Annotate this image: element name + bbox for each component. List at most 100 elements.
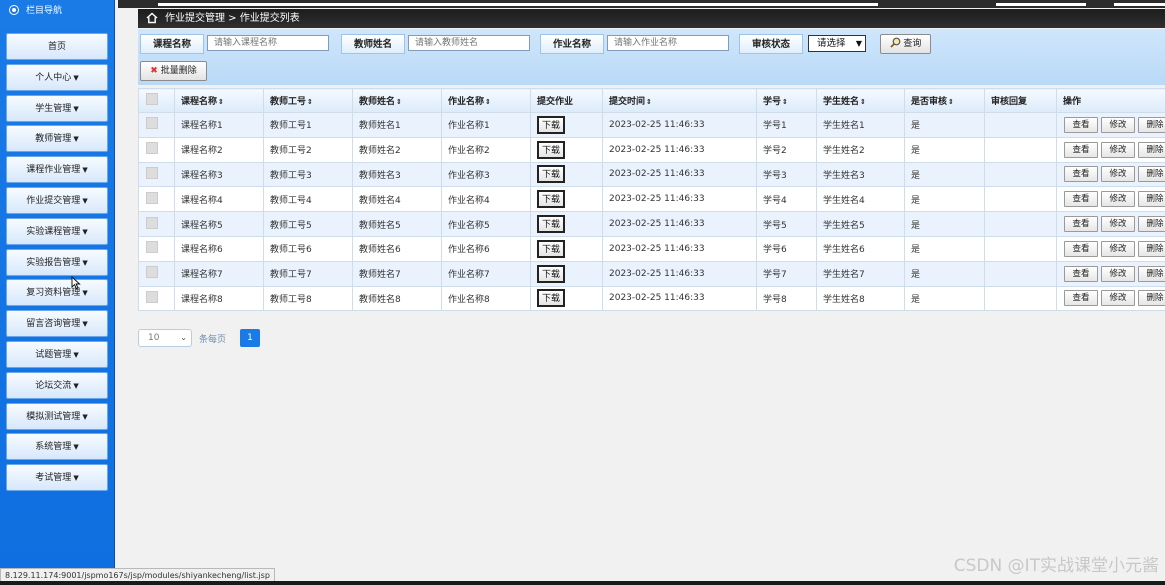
cell-student-name: 学生姓名8 — [823, 294, 865, 305]
view-button[interactable]: 查看 — [1064, 166, 1098, 183]
table-cell: 是 — [904, 211, 985, 237]
column-header[interactable]: 学号⇕ — [756, 88, 817, 113]
edit-button[interactable]: 修改 — [1101, 141, 1135, 158]
column-header-label: 教师姓名 — [359, 97, 396, 107]
table-cell: 学生姓名3 — [816, 161, 905, 188]
select-all-checkbox[interactable] — [146, 93, 158, 105]
cell-student-no: 学号7 — [763, 270, 787, 281]
row-checkbox[interactable] — [146, 142, 158, 155]
sidebar-item[interactable]: 教师管理 ▼ — [6, 125, 108, 153]
sidebar-item[interactable]: 系统管理 ▼ — [6, 433, 108, 461]
sidebar-item[interactable]: 首页 — [6, 33, 108, 60]
cell-time: 2023-02-25 11:46:33 — [609, 293, 705, 304]
cell-course: 课程名称4 — [181, 195, 223, 206]
view-button[interactable]: 查看 — [1064, 216, 1098, 233]
edit-button[interactable]: 修改 — [1101, 290, 1135, 307]
download-button[interactable]: 下载 — [537, 215, 565, 234]
sidebar-item[interactable]: 实验报告管理 ▼ — [6, 248, 108, 276]
home-icon[interactable] — [146, 12, 158, 24]
sidebar-item[interactable]: 论坛交流 ▼ — [6, 371, 108, 399]
review-status-select[interactable]: 请选择 ▼ — [808, 35, 866, 52]
row-checkbox[interactable] — [146, 166, 158, 179]
row-checkbox[interactable] — [146, 266, 158, 279]
cell-teacher-no: 教师工号2 — [270, 146, 312, 157]
view-button[interactable]: 查看 — [1064, 265, 1098, 282]
batch-delete-label: 批量删除 — [160, 66, 197, 76]
batch-delete-button[interactable]: ✖ 批量删除 — [140, 61, 207, 81]
sidebar-item[interactable]: 实验课程管理 ▼ — [6, 217, 108, 245]
sidebar-item-label: 论坛交流 — [35, 380, 72, 391]
row-checkbox[interactable] — [146, 117, 158, 130]
download-cell: 下载 — [530, 186, 603, 213]
view-button[interactable]: 查看 — [1064, 290, 1098, 307]
table-cell: 2023-02-25 11:46:33 — [602, 112, 757, 138]
edit-button[interactable]: 修改 — [1101, 191, 1135, 208]
delete-button[interactable]: 删除 — [1138, 166, 1165, 183]
download-button[interactable]: 下载 — [537, 190, 565, 209]
table-cell: 教师姓名8 — [352, 285, 442, 311]
edit-button[interactable]: 修改 — [1101, 265, 1135, 282]
edit-button[interactable]: 修改 — [1101, 166, 1135, 183]
view-button[interactable]: 查看 — [1064, 191, 1098, 208]
column-header[interactable]: 课程名称⇕ — [174, 88, 264, 113]
download-button[interactable]: 下载 — [537, 264, 565, 283]
cell-student-no: 学号6 — [763, 245, 787, 256]
delete-button[interactable]: 删除 — [1138, 116, 1165, 133]
column-header[interactable]: 是否审核⇕ — [904, 88, 985, 113]
table-cell — [984, 211, 1057, 237]
column-header[interactable]: 提交时间⇕ — [602, 88, 757, 113]
delete-button[interactable]: 删除 — [1138, 265, 1165, 282]
download-button[interactable]: 下载 — [537, 115, 565, 134]
download-button[interactable]: 下载 — [537, 165, 565, 184]
column-header[interactable]: 教师姓名⇕ — [352, 88, 442, 113]
row-checkbox[interactable] — [146, 216, 158, 229]
delete-button[interactable]: 删除 — [1138, 216, 1165, 233]
column-header[interactable]: 教师工号⇕ — [263, 88, 353, 113]
delete-button[interactable]: 删除 — [1138, 290, 1165, 307]
delete-button[interactable]: 删除 — [1138, 191, 1165, 208]
edit-button[interactable]: 修改 — [1101, 216, 1135, 233]
query-button[interactable]: 查询 — [880, 34, 931, 54]
course-name-input[interactable] — [207, 35, 329, 51]
row-checkbox[interactable] — [146, 290, 158, 303]
column-header[interactable]: 学生姓名⇕ — [816, 88, 905, 113]
sidebar-item[interactable]: 试题管理 ▼ — [6, 340, 108, 368]
table-row: 课程名称4 教师工号4 教师姓名4 作业名称4 下载 2023-02-25 11:46:3… — [138, 186, 1165, 213]
column-header-label: 提交时间 — [609, 97, 646, 107]
table-cell: 是 — [904, 112, 985, 138]
download-button[interactable]: 下载 — [537, 239, 565, 258]
column-header[interactable]: 作业名称⇕ — [441, 88, 531, 113]
page-number-current[interactable]: 1 — [240, 329, 260, 347]
sidebar-item[interactable]: 考试管理 ▼ — [6, 464, 108, 492]
sidebar-item[interactable]: 学生管理 ▼ — [6, 94, 108, 122]
view-button[interactable]: 查看 — [1064, 240, 1098, 257]
sidebar-item[interactable]: 作业提交管理 ▼ — [6, 186, 108, 214]
edit-button[interactable]: 修改 — [1101, 116, 1135, 133]
download-button[interactable]: 下载 — [537, 289, 565, 308]
sidebar-item[interactable]: 留言咨询管理 ▼ — [6, 310, 108, 338]
edit-button[interactable]: 修改 — [1101, 240, 1135, 257]
table-cell: 学号5 — [756, 211, 817, 237]
delete-button[interactable]: 删除 — [1138, 141, 1165, 158]
sidebar-item[interactable]: 课程作业管理 ▼ — [6, 156, 108, 184]
cell-student-name: 学生姓名6 — [823, 245, 865, 256]
row-checkbox[interactable] — [146, 191, 158, 204]
homework-name-input[interactable] — [607, 35, 729, 51]
sidebar-item[interactable]: 复习资料管理 ▼ — [6, 279, 108, 307]
cell-student-name: 学生姓名5 — [823, 220, 865, 231]
table-cell: 学号1 — [756, 112, 817, 138]
column-header-label: 教师工号 — [270, 97, 307, 107]
download-button[interactable]: 下载 — [537, 140, 565, 159]
teacher-name-input[interactable] — [408, 35, 530, 51]
table-cell — [984, 186, 1057, 213]
row-select-cell — [138, 136, 175, 163]
sidebar-item[interactable]: 模拟测试管理 ▼ — [6, 402, 108, 430]
view-button[interactable]: 查看 — [1064, 141, 1098, 158]
page-size-select[interactable]: 10 ⌄ — [138, 329, 192, 347]
table-cell: 是 — [904, 235, 985, 262]
delete-button[interactable]: 删除 — [1138, 240, 1165, 257]
row-select-cell — [138, 161, 175, 188]
row-checkbox[interactable] — [146, 241, 158, 254]
sidebar-item[interactable]: 个人中心 ▼ — [6, 63, 108, 91]
view-button[interactable]: 查看 — [1064, 116, 1098, 133]
